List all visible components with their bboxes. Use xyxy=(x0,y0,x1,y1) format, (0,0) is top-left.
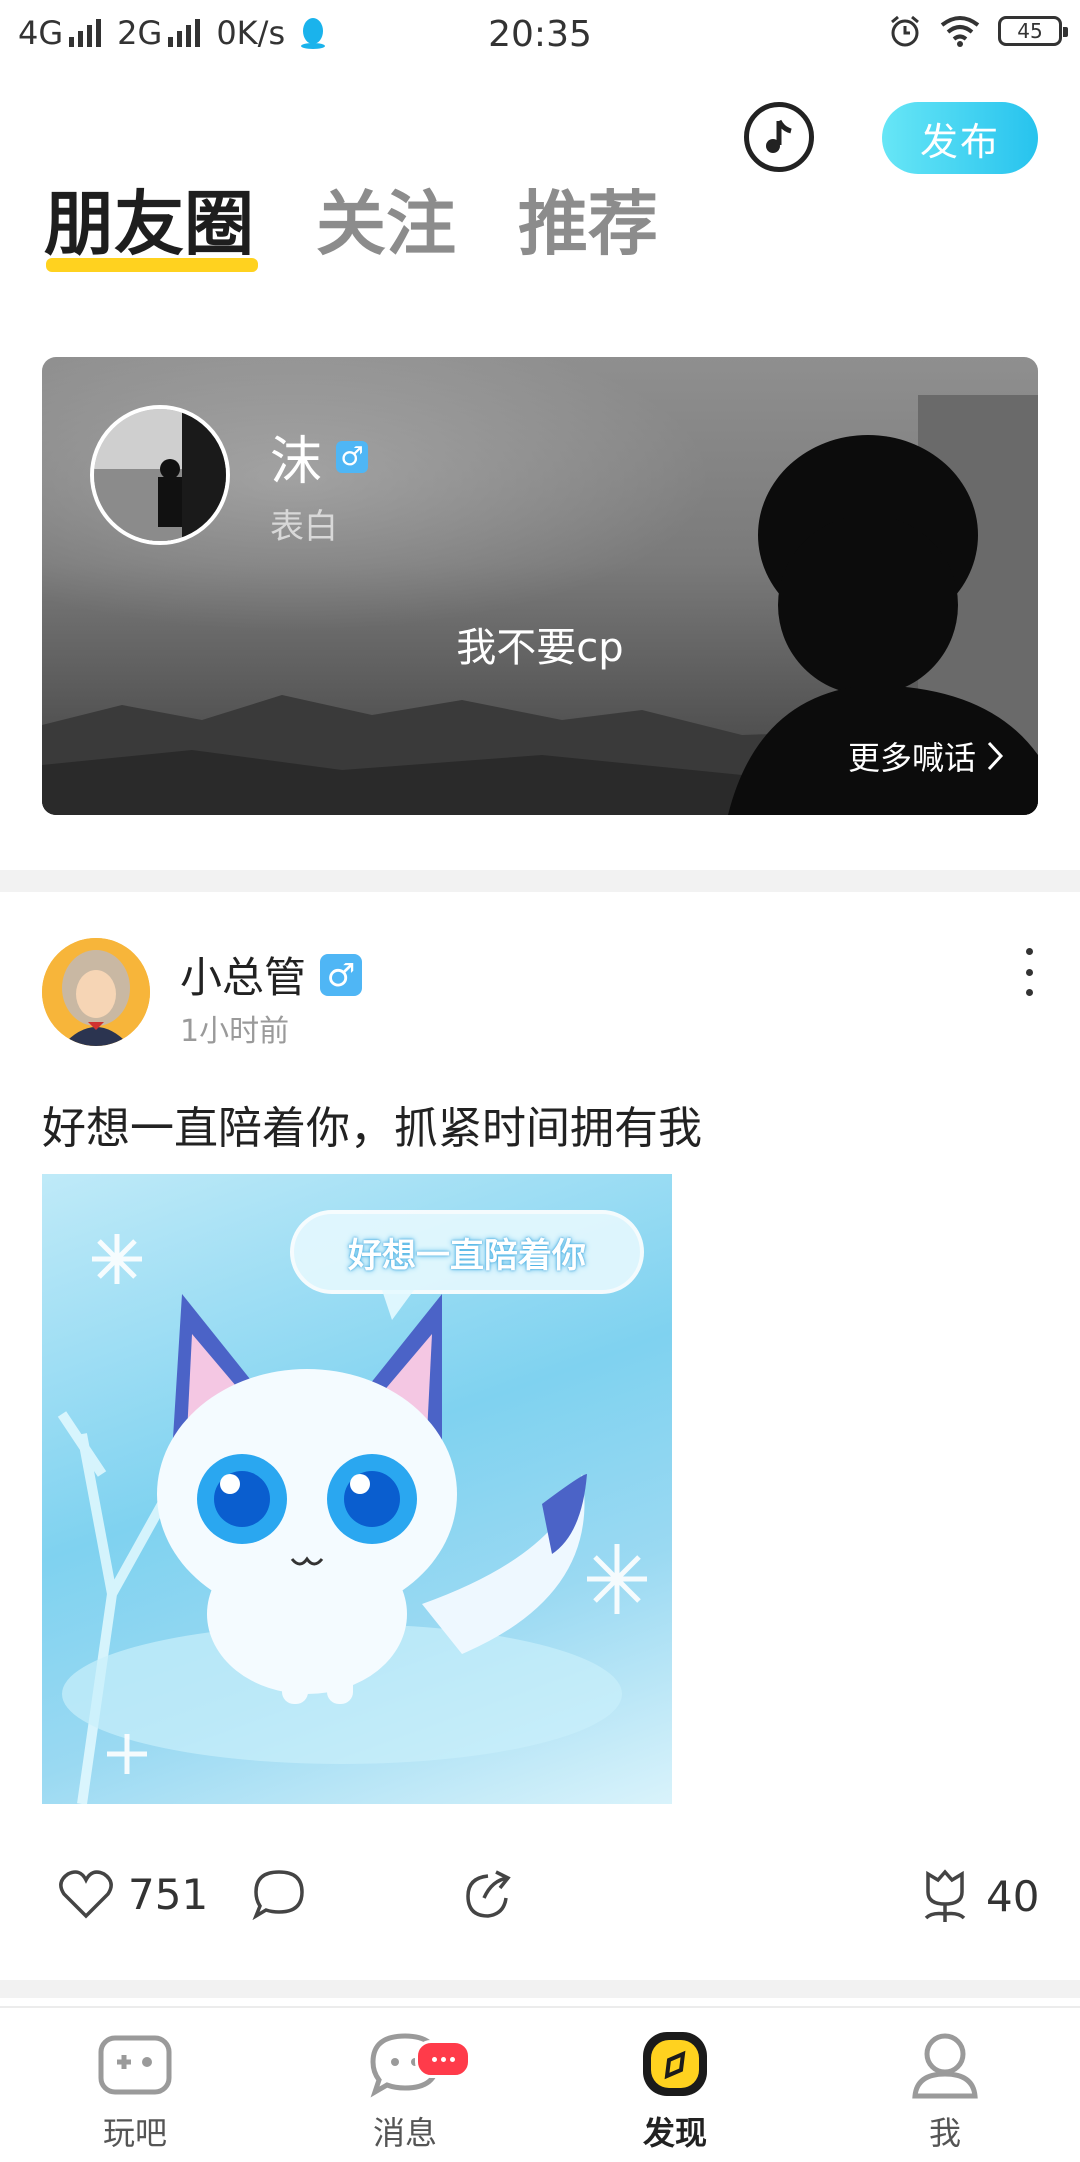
tab-label: 关注 xyxy=(316,183,456,265)
male-icon: ♂ xyxy=(336,440,369,473)
status-bar: 4G 2G 0K/s 20:35 45 xyxy=(0,0,1080,76)
nav-label: 发现 xyxy=(642,2114,707,2152)
discover-icon xyxy=(643,2032,707,2096)
bottom-nav: 玩吧 消息 发现 我 xyxy=(0,2006,1080,2162)
unread-badge xyxy=(415,2040,471,2078)
banner-username: 沫 xyxy=(270,432,323,492)
battery-icon: 45 xyxy=(998,16,1068,46)
profile-icon xyxy=(912,2033,978,2099)
post-image[interactable]: 好想一直陪着你 xyxy=(42,1174,672,1804)
more-options-icon[interactable] xyxy=(1022,948,1036,996)
publish-button[interactable]: 发布 xyxy=(882,102,1038,174)
chevron-right-icon xyxy=(987,741,1004,771)
male-icon: ♂ xyxy=(320,953,363,996)
post-author[interactable]: 小总管 ♂ xyxy=(180,944,363,1005)
tab-label: 推荐 xyxy=(518,183,658,265)
banner-quote: 我不要cp xyxy=(456,625,624,671)
post-timestamp: 1小时前 xyxy=(180,1014,290,1049)
flower-icon xyxy=(924,1869,966,1922)
alarm-icon xyxy=(891,15,919,47)
feed-tabs: 朋友圈 关注 推荐 xyxy=(44,178,658,278)
nav-messages[interactable]: 消息 xyxy=(335,2030,475,2154)
comment-icon xyxy=(252,1870,304,1920)
heart-icon xyxy=(59,1870,113,1919)
comment-button[interactable] xyxy=(252,1868,306,1920)
nav-label: 消息 xyxy=(372,2114,437,2152)
wifi-icon xyxy=(940,16,980,47)
nav-label: 玩吧 xyxy=(102,2114,167,2152)
avatar-image xyxy=(42,938,150,1046)
nav-play[interactable]: 玩吧 xyxy=(65,2030,205,2154)
tab-label: 朋友圈 xyxy=(44,183,254,265)
image-caption: 好想一直陪着你 xyxy=(348,1235,586,1276)
banner-user: 沫 ♂ xyxy=(270,419,369,494)
more-shoutouts-link[interactable]: 更多喊话 xyxy=(848,733,1004,779)
section-divider xyxy=(0,1980,1080,1998)
post-text: 好想一直陪着你，抓紧时间拥有我 xyxy=(42,1103,702,1154)
nav-discover[interactable]: 发现 xyxy=(605,2030,745,2154)
tab-moments[interactable]: 朋友圈 xyxy=(44,178,258,278)
share-button[interactable] xyxy=(462,1868,516,1920)
music-button[interactable] xyxy=(744,102,814,172)
nav-me[interactable]: 我 xyxy=(875,2030,1015,2154)
post-author-name: 小总管 xyxy=(180,953,307,1002)
status-right: 45 xyxy=(888,14,1068,48)
banner-avatar[interactable] xyxy=(90,405,230,545)
tab-recommended[interactable]: 推荐 xyxy=(518,178,658,278)
gift-count: 40 xyxy=(986,1871,1040,1921)
share-icon xyxy=(466,1870,511,1918)
like-count: 751 xyxy=(128,1869,209,1919)
confession-banner[interactable]: 沫 ♂ 表白 我不要cp 更多喊话 xyxy=(42,357,1038,815)
gift-flower-button[interactable]: 40 xyxy=(918,1868,1039,1924)
like-button[interactable]: 751 xyxy=(58,1868,208,1920)
gamepad-icon xyxy=(98,2035,172,2095)
banner-subtitle: 表白 xyxy=(270,507,338,547)
music-note-icon xyxy=(766,119,792,153)
nav-label: 我 xyxy=(928,2114,961,2152)
more-label: 更多喊话 xyxy=(847,739,976,777)
avatar-image xyxy=(94,409,226,541)
post-actions: 751 40 xyxy=(0,1868,1080,1928)
post-author-avatar[interactable] xyxy=(42,938,150,1046)
tab-following[interactable]: 关注 xyxy=(316,178,456,278)
section-divider xyxy=(0,870,1080,892)
